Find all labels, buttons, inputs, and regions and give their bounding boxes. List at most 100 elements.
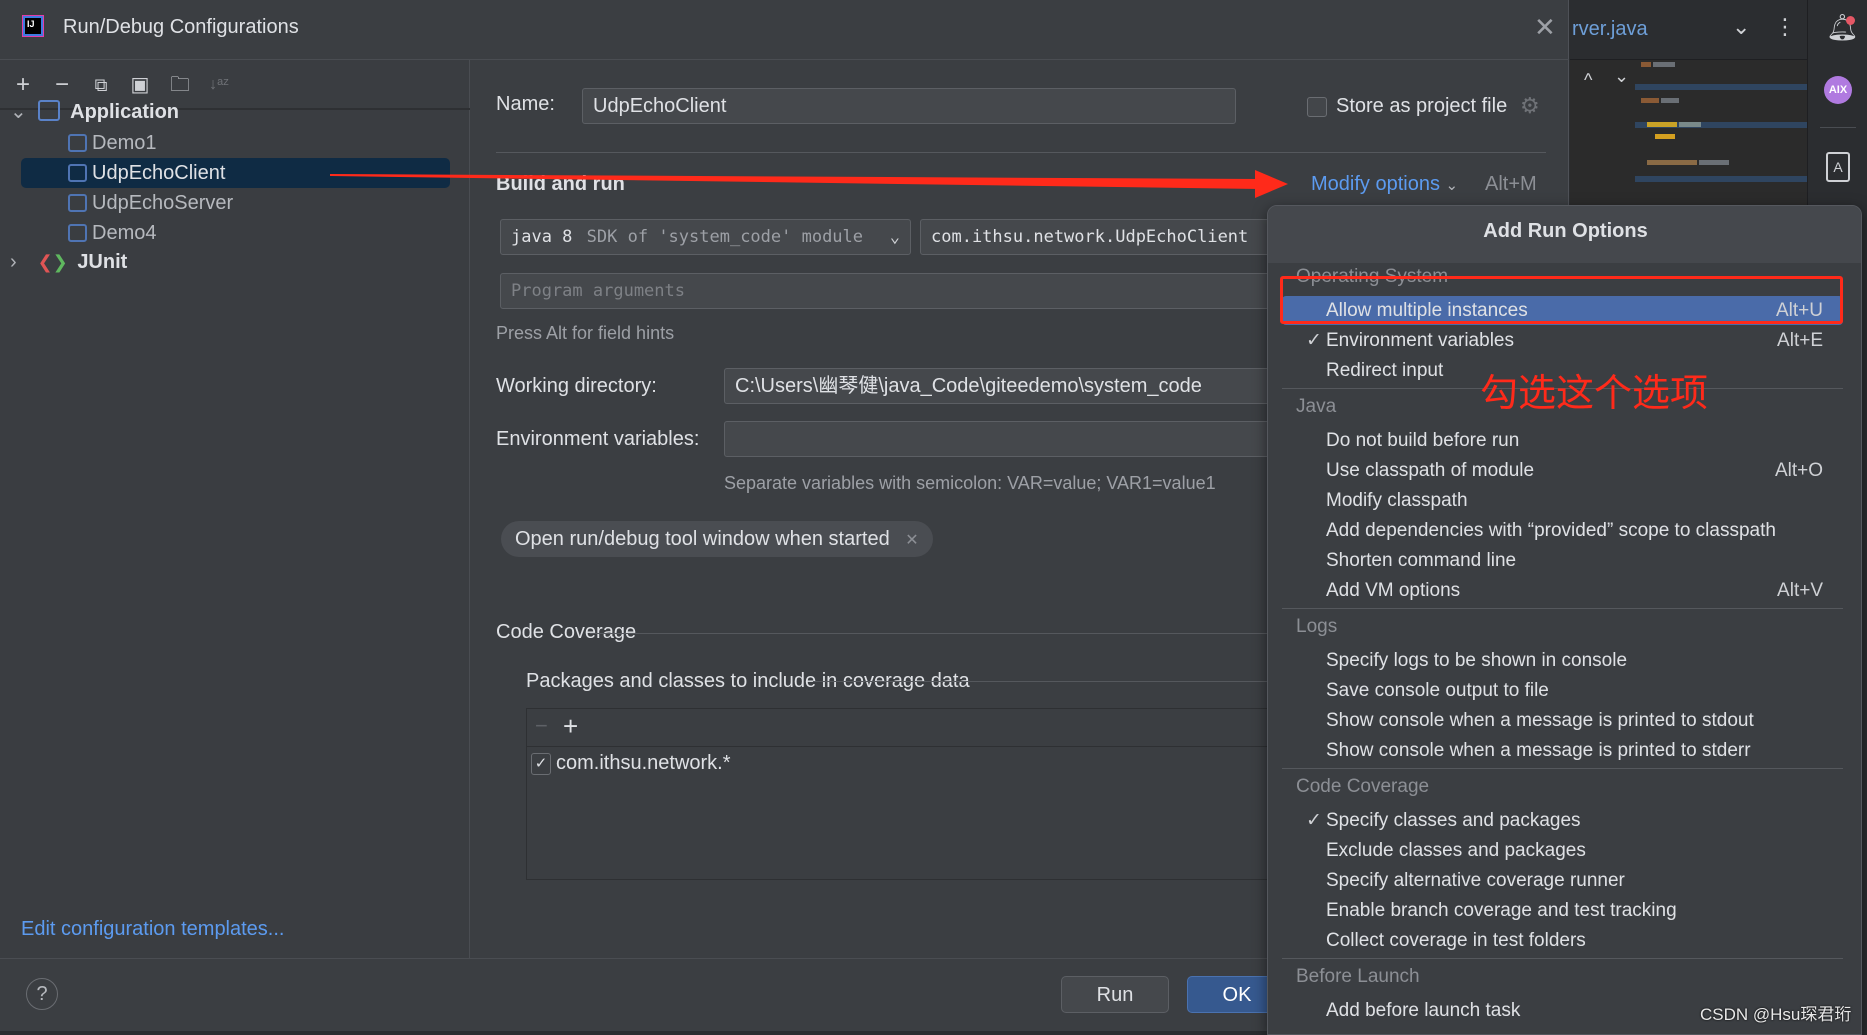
modify-options-shortcut: Alt+M xyxy=(1485,173,1537,195)
menu-item-label: Use classpath of module xyxy=(1326,460,1535,481)
edit-templates-link[interactable]: Edit configuration templates... xyxy=(21,918,284,941)
gear-icon[interactable]: ⚙ xyxy=(1520,93,1540,119)
copy-icon[interactable]: ⧉ xyxy=(88,72,114,98)
menu-item-label: Exclude classes and packages xyxy=(1326,840,1586,861)
documentation-icon[interactable]: A xyxy=(1826,152,1850,182)
menu-item[interactable]: Add dependencies with “provided” scope t… xyxy=(1282,516,1843,545)
tree-group-label: JUnit xyxy=(77,251,128,273)
menu-section-header: Java xyxy=(1296,396,1337,417)
application-icon xyxy=(37,100,60,121)
new-folder-icon[interactable]: 🗀︎ xyxy=(167,72,193,98)
check-icon: ✓ xyxy=(1306,810,1322,831)
name-input[interactable]: UdpEchoClient xyxy=(582,88,1236,124)
add-icon[interactable]: + xyxy=(10,72,36,98)
environment-variables-label: Environment variables: xyxy=(496,428,700,450)
title-bar: IJ Run/Debug Configurations ✕ xyxy=(0,0,1569,60)
close-icon[interactable]: ✕ xyxy=(1534,12,1556,43)
sdk-dropdown[interactable]: java 8 SDK of 'system_code' module ⌄ xyxy=(500,219,911,255)
annotation-text: 勾选这个选项 xyxy=(1480,371,1709,415)
menu-item-label: Redirect input xyxy=(1326,360,1444,381)
menu-item-label: Show console when a message is printed t… xyxy=(1326,710,1754,731)
menu-item[interactable]: Add VM options Alt+V xyxy=(1282,576,1843,605)
menu-item[interactable]: Modify classpath xyxy=(1282,486,1843,515)
menu-section-header: Before Launch xyxy=(1296,966,1420,987)
modify-options-link[interactable]: Modify options ⌄ xyxy=(1311,173,1458,196)
menu-item[interactable]: Specify alternative coverage runner xyxy=(1282,866,1843,895)
main-class-input[interactable]: com.ithsu.network.UdpEchoClient xyxy=(920,219,1280,255)
menu-item[interactable]: ✓ Specify classes and packages xyxy=(1282,806,1843,835)
menu-item-label: Specify alternative coverage runner xyxy=(1326,870,1625,891)
store-project-label[interactable]: Store as project file xyxy=(1336,95,1507,118)
menu-item[interactable]: Do not build before run xyxy=(1282,426,1843,455)
tree-item-label: UdpEchoClient xyxy=(92,162,226,184)
menu-item-label: Specify logs to be shown in console xyxy=(1326,650,1628,671)
menu-item-label: Add before launch task xyxy=(1326,1000,1521,1021)
remove-icon[interactable]: − xyxy=(535,713,548,739)
sort-icon[interactable]: ↓ᵃᶻ xyxy=(206,72,232,98)
menu-item[interactable]: ✓ Environment variables Alt+E xyxy=(1282,326,1843,355)
arrow-shaft xyxy=(330,174,1260,189)
menu-item[interactable]: Collect coverage in test folders xyxy=(1282,926,1843,955)
menu-item-shortcut: Alt+E xyxy=(1777,330,1823,351)
menu-item-label: Enable branch coverage and test tracking xyxy=(1326,900,1677,921)
help-button[interactable]: ? xyxy=(26,978,58,1010)
menu-item-shortcut: Alt+O xyxy=(1774,460,1823,481)
tree-item-label: Demo1 xyxy=(92,132,157,154)
more-icon[interactable]: ⋮ xyxy=(1774,14,1796,40)
menu-item[interactable]: Show console when a message is printed t… xyxy=(1282,736,1843,765)
menu-section-header: Code Coverage xyxy=(1296,776,1430,797)
menu-separator xyxy=(1282,958,1843,959)
arrow-down-icon[interactable]: ⌄ xyxy=(1614,66,1629,87)
program-arguments-input[interactable]: Program arguments xyxy=(500,273,1280,309)
menu-separator xyxy=(1282,608,1843,609)
remove-chip-icon[interactable]: ✕ xyxy=(905,532,918,549)
tree-item-demo4[interactable]: Demo4 xyxy=(21,218,450,248)
run-button[interactable]: Run xyxy=(1061,976,1169,1013)
package-checkbox[interactable]: ✓ xyxy=(531,753,551,775)
add-icon[interactable]: + xyxy=(563,711,578,742)
chip-label: Open run/debug tool window when started xyxy=(515,528,890,550)
minimap xyxy=(1635,62,1807,202)
watermark: CSDN @Hsu琛君珩 xyxy=(1700,1005,1852,1024)
environment-variables-input[interactable] xyxy=(724,421,1280,457)
store-project-checkbox[interactable] xyxy=(1307,97,1327,117)
annotation-arrow xyxy=(330,170,1288,198)
menu-item[interactable]: Exclude classes and packages xyxy=(1282,836,1843,865)
modify-options-label: Modify options xyxy=(1311,173,1440,195)
notifications-bell-icon[interactable]: 🔔︎ xyxy=(1826,12,1859,43)
add-run-options-popup: Add Run Options Operating System Allow mu… xyxy=(1267,205,1862,1035)
tree-group-label: Application xyxy=(70,101,180,123)
config-icon xyxy=(68,134,87,152)
menu-item-label: Do not build before run xyxy=(1326,430,1520,451)
ai-assistant-icon[interactable]: AIX xyxy=(1824,76,1852,104)
chevron-down-icon: ⌄ xyxy=(10,101,27,123)
intellij-logo-icon: IJ xyxy=(23,16,43,36)
menu-item-label: Modify classpath xyxy=(1326,490,1468,511)
working-directory-input[interactable]: C:\Users\幽琴健\java_Code\giteedemo\system_… xyxy=(724,368,1280,404)
menu-item[interactable]: Shorten command line xyxy=(1282,546,1843,575)
tree-item-demo1[interactable]: Demo1 xyxy=(21,128,450,158)
tree-group-junit[interactable]: › ❮❯ JUnit xyxy=(10,247,439,277)
chevron-down-icon: ⌄ xyxy=(889,227,900,247)
config-icon xyxy=(68,194,87,212)
sdk-description: SDK of 'system_code' module xyxy=(586,227,864,247)
arrow-up-icon[interactable]: ^ xyxy=(1584,70,1592,91)
menu-item[interactable]: Save console output to file xyxy=(1282,676,1843,705)
name-label: Name: xyxy=(496,93,555,115)
menu-item-label: Add dependencies with “provided” scope t… xyxy=(1326,520,1776,541)
tree-group-application[interactable]: ⌄ Application xyxy=(10,97,439,127)
menu-item-label: Show console when a message is printed t… xyxy=(1326,740,1751,761)
chevron-down-icon[interactable]: ⌄ xyxy=(1732,14,1750,40)
remove-icon[interactable]: − xyxy=(49,72,75,98)
editor-tab[interactable]: rver.java xyxy=(1572,18,1648,41)
menu-item[interactable]: Specify logs to be shown in console xyxy=(1282,646,1843,675)
menu-item-label: Collect coverage in test folders xyxy=(1326,930,1586,951)
field-hint: Press Alt for field hints xyxy=(496,323,675,343)
menu-item[interactable]: Use classpath of module Alt+O xyxy=(1282,456,1843,485)
menu-item[interactable]: Show console when a message is printed t… xyxy=(1282,706,1843,735)
option-chip[interactable]: Open run/debug tool window when started … xyxy=(501,521,933,557)
save-icon[interactable]: ▣ xyxy=(127,72,153,98)
menu-item[interactable]: Enable branch coverage and test tracking xyxy=(1282,896,1843,925)
annotation-highlight-box xyxy=(1280,276,1843,324)
packages-table: − + ✓ com.ithsu.network.* xyxy=(526,708,1287,880)
